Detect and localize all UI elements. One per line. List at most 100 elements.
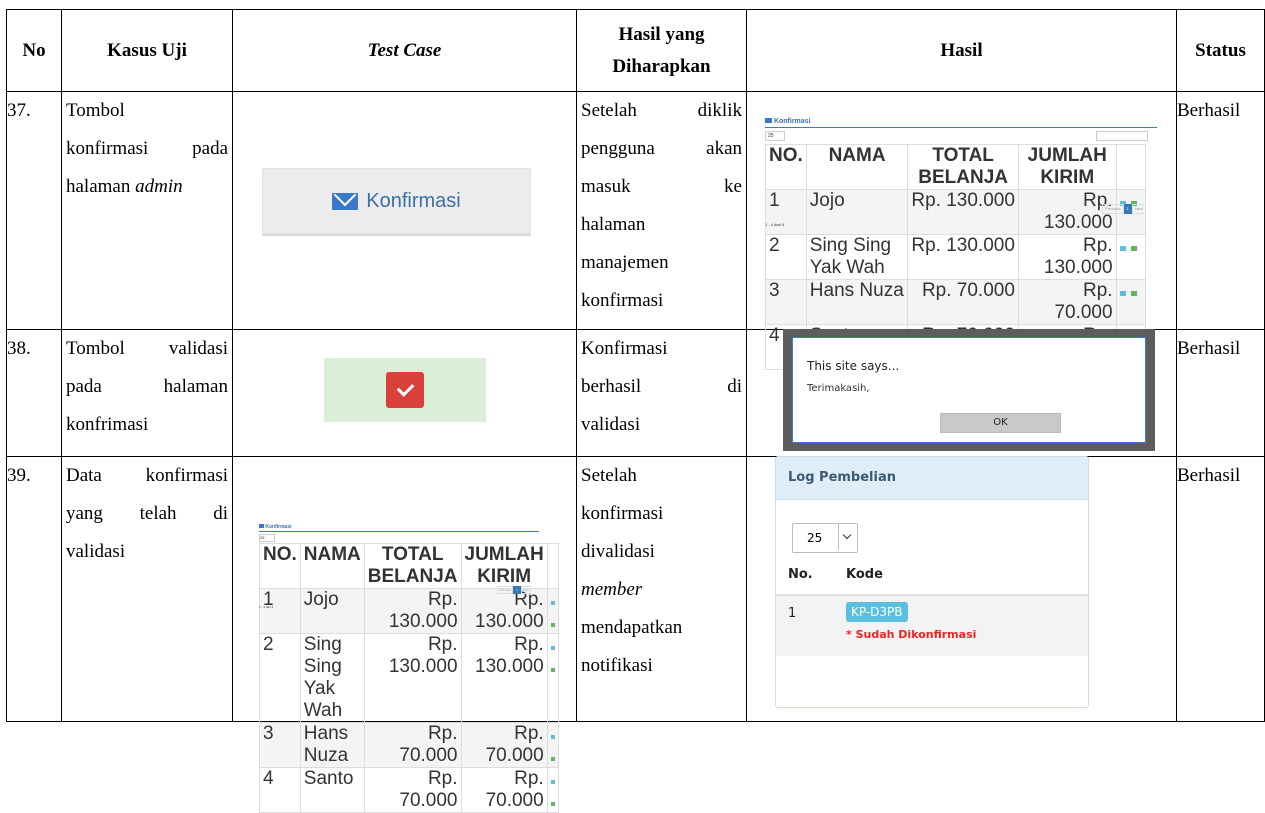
alert-dialog: This site says... Terimakasih, OK <box>792 337 1146 443</box>
page-size-select[interactable]: 25 <box>792 523 858 553</box>
row-number: 38. <box>6 329 62 457</box>
konfirmasi-title: Konfirmasi <box>259 524 539 530</box>
kasus-uji-cell: Data konfirmasi yang telah di validasi <box>61 456 233 722</box>
kode-badge[interactable]: KP-D3PB <box>846 602 908 622</box>
table-row: 1 Jojo Rp. 130.000 Rp. 130.000 <box>259 588 559 634</box>
header-kasus-uji: Kasus Uji <box>61 9 233 92</box>
hasil-diharapkan-cell: Setelah diklik pengguna akan masuk ke ha… <box>576 91 747 330</box>
harapan-line: member <box>581 579 643 600</box>
check-button[interactable] <box>1130 291 1137 296</box>
column-header[interactable]: JUMLAH KIRIM <box>1017 144 1117 190</box>
test-case-cell <box>232 329 577 457</box>
header-no: No <box>6 9 62 92</box>
test-table: No Kasus Uji Test Case Hasil yang Dihara… <box>6 9 1265 813</box>
pagination-info: 1 - 4 dari 4 <box>259 605 274 609</box>
header-status: Status <box>1176 9 1265 92</box>
kasus-uji-cell: Tombol validasi pada halaman konfrimasi <box>61 329 233 457</box>
konfirmasi-data-table: NO. NAMA TOTAL BELANJA JUMLAH KIRIM 1 Joj… <box>259 543 559 813</box>
harapan-line: konfirmasi <box>581 503 664 524</box>
harapan-line: Konfirmasi <box>581 338 668 359</box>
table-row <box>776 596 1088 656</box>
kasus-line: Tombol <box>66 100 125 121</box>
hasil-diharapkan-cell: Setelah konfirmasi divalidasi member men… <box>576 456 747 722</box>
pager-next[interactable]: Next <box>520 586 531 594</box>
hasil-cell: Log Pembelian 25 No. Kode 1 KP-D3PB * Su… <box>746 456 1177 722</box>
check-button[interactable] <box>550 802 555 806</box>
harapan-line: manajemen <box>581 252 669 273</box>
edit-button[interactable] <box>550 601 555 605</box>
row-number: 37. <box>6 91 62 330</box>
pager-page[interactable]: 1 <box>1123 204 1132 214</box>
check-button[interactable] <box>1130 246 1137 251</box>
header-test-case: Test Case <box>232 9 577 92</box>
hasil-cell: This site says... Terimakasih, OK <box>746 329 1177 457</box>
kasus-line: validasi <box>66 541 126 562</box>
column-header[interactable]: TOTAL BELANJA <box>907 144 1019 190</box>
page-size-select[interactable]: 25 <box>259 534 275 542</box>
konfirmasi-button[interactable]: Konfirmasi <box>262 168 531 234</box>
hasil-cell: Konfirmasi 25 NO. NAMA TOTAL BELANJA JUM… <box>746 91 1177 370</box>
edit-button[interactable] <box>550 735 555 739</box>
header-hasil: Hasil <box>746 9 1177 92</box>
table-row: 2 Sing Sing Yak Wah Rp. 130.000 Rp. 130.00… <box>765 234 1147 280</box>
hasil-diharapkan-cell: Konfirmasi berhasil di validasi <box>576 329 747 457</box>
table-row: 37. Tombol konfirmasi pada halaman admin… <box>6 91 1265 370</box>
dialog-ok-button[interactable]: OK <box>940 413 1061 433</box>
table-row: 2 Sing Sing Yak Wah Rp. 130.000 Rp. 130.00… <box>259 633 559 723</box>
envelope-icon <box>259 524 264 528</box>
validate-check-button[interactable] <box>386 372 424 408</box>
header-hasil-diharapkan-line2: Diharapkan <box>612 55 711 77</box>
envelope-icon <box>332 192 359 210</box>
kasus-line: Data konfirmasi <box>66 465 228 486</box>
kasus-line: konfrimasi <box>66 414 149 435</box>
harapan-line: validasi <box>581 414 641 435</box>
log-pembelian-title: Log Pembelian <box>776 457 1088 500</box>
validation-button-area <box>324 358 486 422</box>
pagination-info: 1 - 4 dari 4 <box>765 222 785 227</box>
harapan-line: mendapatkan <box>581 617 683 638</box>
table-row: 4Santo Rp. 70.000Rp. 70.000 <box>259 767 559 813</box>
edit-button[interactable] <box>550 780 555 784</box>
konfirmasi-page-screenshot: Konfirmasi 25 NO. NAMA TOTAL BELANJA JUM… <box>765 118 1157 370</box>
harapan-line: pengguna akan <box>581 138 742 159</box>
pager-previous[interactable]: Previous <box>497 586 514 594</box>
edit-button[interactable] <box>1119 246 1126 251</box>
table-row: 1 Jojo Rp. 130.000 Rp. 130.000 <box>765 189 1147 235</box>
table-row: 39. Data konfirmasi yang telah di valida… <box>6 456 1265 813</box>
alert-dialog-screenshot: This site says... Terimakasih, OK <box>783 329 1155 451</box>
check-button[interactable] <box>550 668 555 672</box>
kasus-line: konfirmasi pada <box>66 138 228 159</box>
status-cell: Berhasil <box>1176 329 1265 457</box>
row-number: 39. <box>6 456 62 722</box>
harapan-line: konfirmasi <box>581 290 664 311</box>
check-icon <box>396 379 414 397</box>
column-header[interactable]: NAMA <box>805 144 909 190</box>
kasus-line: Tombol validasi <box>66 338 228 359</box>
check-button[interactable] <box>550 623 555 627</box>
pager-page[interactable]: 1 <box>513 586 521 594</box>
edit-button[interactable] <box>550 646 555 650</box>
edit-button[interactable] <box>1119 291 1126 296</box>
harapan-line: divalidasi <box>581 541 655 562</box>
konfirmasi-title: Konfirmasi <box>765 118 1157 126</box>
pagination: Previous 1 Next <box>1101 204 1146 214</box>
search-input[interactable] <box>1096 131 1148 141</box>
harapan-line: Setelah <box>581 465 637 486</box>
page-size-select[interactable]: 25 <box>765 131 785 141</box>
kasus-line: yang telah di <box>66 503 228 524</box>
status-cell: Berhasil <box>1176 456 1265 722</box>
kasus-uji-cell: Tombol konfirmasi pada halaman admin <box>61 91 233 330</box>
pager-previous[interactable]: Previous <box>1101 204 1124 214</box>
kasus-line: halaman admin <box>66 176 183 197</box>
envelope-icon <box>765 118 772 123</box>
harapan-line: halaman <box>581 214 646 235</box>
table-row: 38. Tombol validasi pada halaman konfrim… <box>6 329 1265 457</box>
kasus-line: pada halaman <box>66 376 228 397</box>
chevron-down-icon <box>838 524 857 550</box>
column-header[interactable]: NO. <box>765 144 807 190</box>
pager-next[interactable]: Next <box>1131 204 1146 214</box>
log-pembelian-panel: Log Pembelian 25 No. Kode 1 KP-D3PB * Su… <box>775 456 1089 708</box>
header-hasil-diharapkan: Hasil yang Diharapkan <box>576 9 747 92</box>
harapan-line: berhasil di <box>581 376 742 397</box>
check-button[interactable] <box>550 757 555 761</box>
